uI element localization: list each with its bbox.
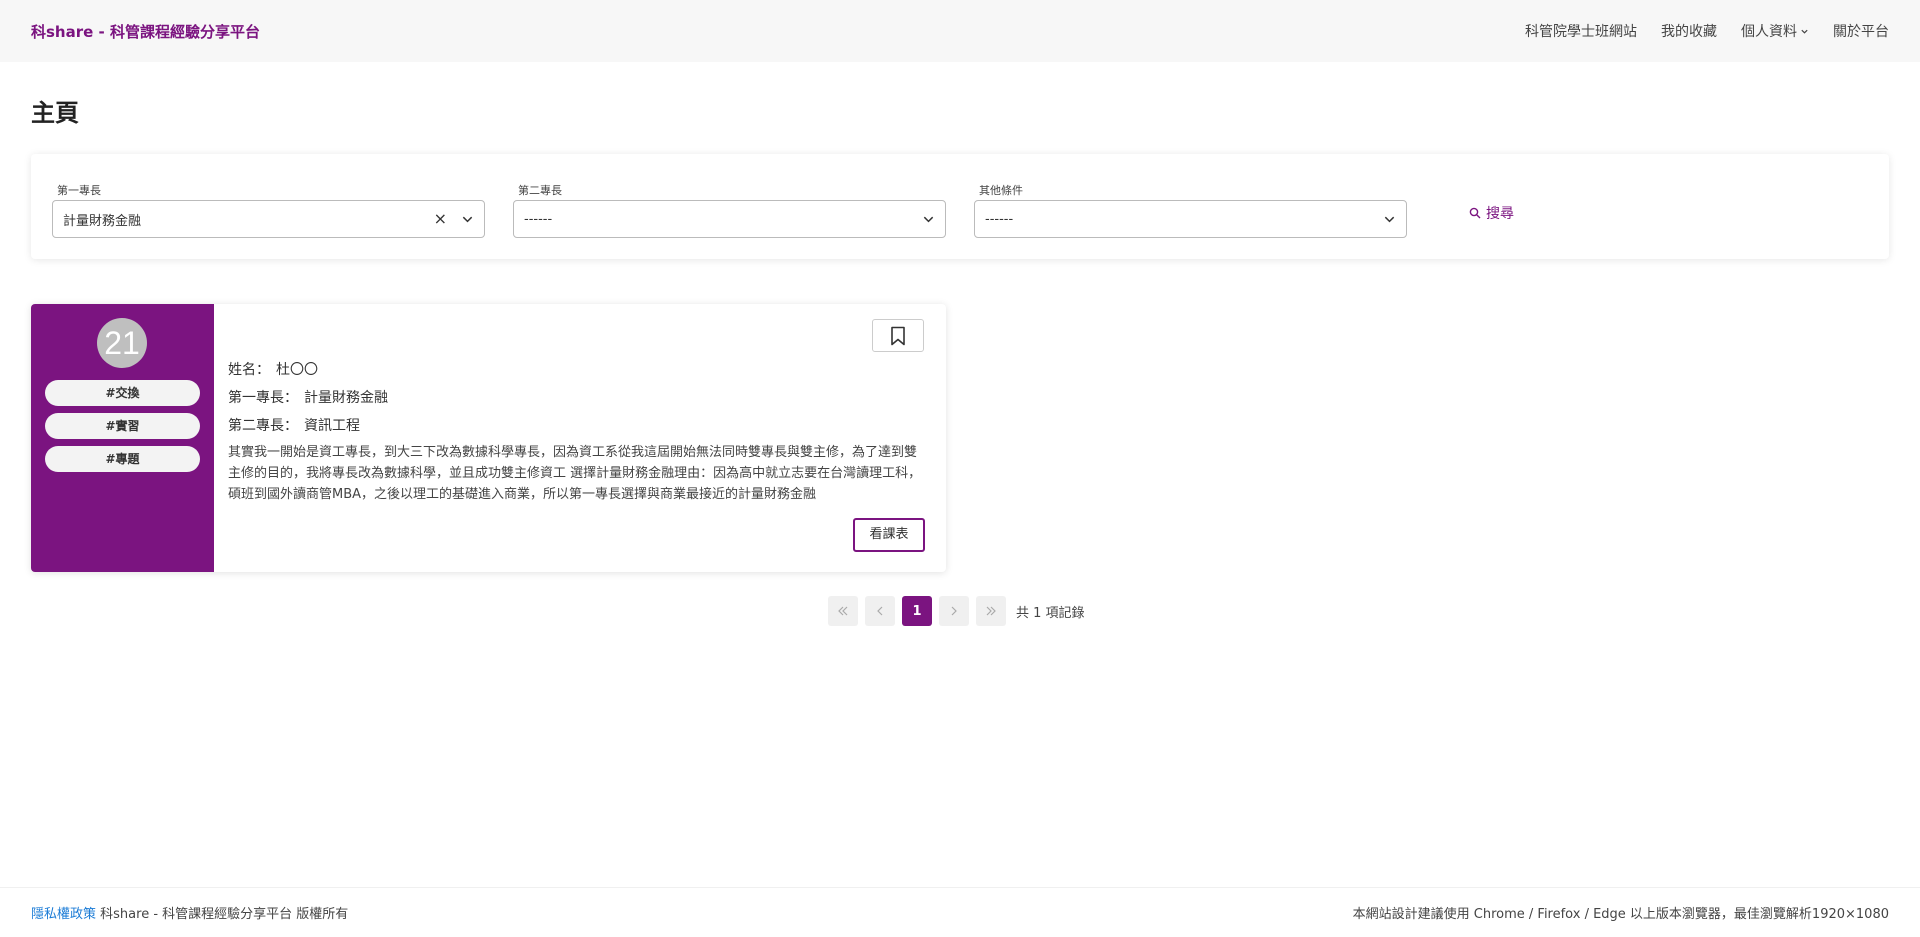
other-conditions-label: 其他條件 [979, 184, 1023, 197]
nav-item-label: 個人資料 [1741, 24, 1797, 40]
nav-menu: 科管院學士班網站 我的收藏 個人資料 關於平台 [1525, 21, 1889, 41]
first-major-line-value: 計量財務金融 [304, 390, 388, 406]
second-major-line: 第二專長： 資訊工程 [228, 415, 360, 435]
chevron-down-icon [1383, 213, 1396, 226]
other-conditions-select[interactable]: ------ [974, 200, 1407, 238]
browser-note: 本網站設計建議使用 Chrome / Firefox / Edge 以上版本瀏覽… [1352, 907, 1889, 922]
experience-description: 其實我一開始是資工專長，到大三下改為數據科學專長，因為資工系從我這屆開始無法同時… [228, 445, 922, 502]
tag-exchange[interactable]: #交換 [45, 380, 200, 406]
next-page-button[interactable] [939, 596, 969, 626]
copyright-text: 科share - 科管課程經驗分享平台 版權所有 [100, 907, 349, 922]
second-major-select[interactable]: ------ [513, 200, 946, 238]
footer-left: 隱私權政策 科share - 科管課程經驗分享平台 版權所有 [31, 903, 348, 922]
nav-item-label: 科管院學士班網站 [1525, 24, 1637, 40]
chevron-down-icon [1801, 29, 1808, 34]
pagination: 1 共 1 項記錄 [828, 596, 1085, 626]
navbar: 科share - 科管課程經驗分享平台 科管院學士班網站 我的收藏 個人資料 關… [0, 0, 1920, 62]
chevron-down-icon [922, 213, 935, 226]
first-major-line-label: 第一專長： [228, 390, 298, 406]
first-major-select[interactable]: 計量財務金融 × [52, 200, 485, 238]
first-major-value: 計量財務金融 [63, 213, 142, 229]
page-title: 主頁 [31, 99, 79, 127]
privacy-policy-link[interactable]: 隱私權政策 [31, 907, 96, 922]
second-major-label: 第二專長 [518, 184, 562, 197]
last-page-button[interactable] [976, 596, 1006, 626]
view-schedule-button[interactable]: 看課表 [853, 518, 925, 552]
card-body: 姓名： 杜〇〇 第一專長： 計量財務金融 第二專長： 資訊工程 其實我一開始是資工專長… [228, 304, 938, 572]
first-major-field: 第一專長 [31, 182, 464, 197]
double-chevron-left-icon [838, 606, 848, 616]
brand-link[interactable]: 科share - 科管課程經驗分享平台 [31, 21, 260, 42]
search-icon [1469, 207, 1481, 219]
chevron-down-icon [461, 213, 474, 226]
chevron-left-icon [877, 606, 883, 616]
bookmark-icon [891, 326, 905, 345]
name-line: 姓名： 杜〇〇 [228, 359, 318, 379]
other-conditions-field: 其他條件 [953, 182, 1386, 197]
second-major-field: 第二專長 [492, 182, 925, 197]
first-major-label: 第一專長 [57, 184, 101, 197]
total-records: 共 1 項記錄 [1016, 605, 1085, 621]
nav-item-favorites[interactable]: 我的收藏 [1661, 21, 1717, 41]
nav-item-program-site[interactable]: 科管院學士班網站 [1525, 21, 1637, 41]
bookmark-button[interactable] [872, 319, 924, 352]
nav-item-profile-dropdown[interactable]: 個人資料 [1741, 21, 1809, 41]
first-page-button[interactable] [828, 596, 858, 626]
avatar: 21 [97, 318, 147, 368]
second-major-line-label: 第二專長： [228, 418, 298, 434]
filter-panel: 第一專長 計量財務金融 × 第二專長 ------ 其他條件 ------ 搜尋 [31, 154, 1889, 259]
name-value: 杜〇〇 [276, 362, 318, 378]
tag-internship[interactable]: #實習 [45, 413, 200, 439]
search-button-label: 搜尋 [1486, 206, 1514, 222]
card-sidebar: 21 #交換 #實習 #專題 [31, 304, 214, 572]
nav-item-about[interactable]: 關於平台 [1833, 21, 1889, 41]
clear-icon[interactable]: × [434, 211, 447, 227]
prev-page-button[interactable] [865, 596, 895, 626]
second-major-value: ------ [524, 211, 553, 227]
page-button-current[interactable]: 1 [902, 596, 932, 626]
tag-project[interactable]: #專題 [45, 446, 200, 472]
nav-item-label: 關於平台 [1833, 24, 1889, 40]
nav-item-label: 我的收藏 [1661, 24, 1717, 40]
chevron-right-icon [951, 606, 957, 616]
name-label: 姓名： [228, 362, 270, 378]
other-conditions-value: ------ [985, 211, 1014, 227]
first-major-line: 第一專長： 計量財務金融 [228, 387, 388, 407]
search-button[interactable]: 搜尋 [1463, 198, 1520, 228]
experience-card: 21 #交換 #實習 #專題 姓名： 杜〇〇 第一專長： 計量財務金融 第二專長： 資… [31, 304, 946, 572]
double-chevron-right-icon [986, 606, 996, 616]
second-major-line-value: 資訊工程 [304, 418, 360, 434]
footer: 隱私權政策 科share - 科管課程經驗分享平台 版權所有 本網站設計建議使用… [0, 887, 1920, 937]
